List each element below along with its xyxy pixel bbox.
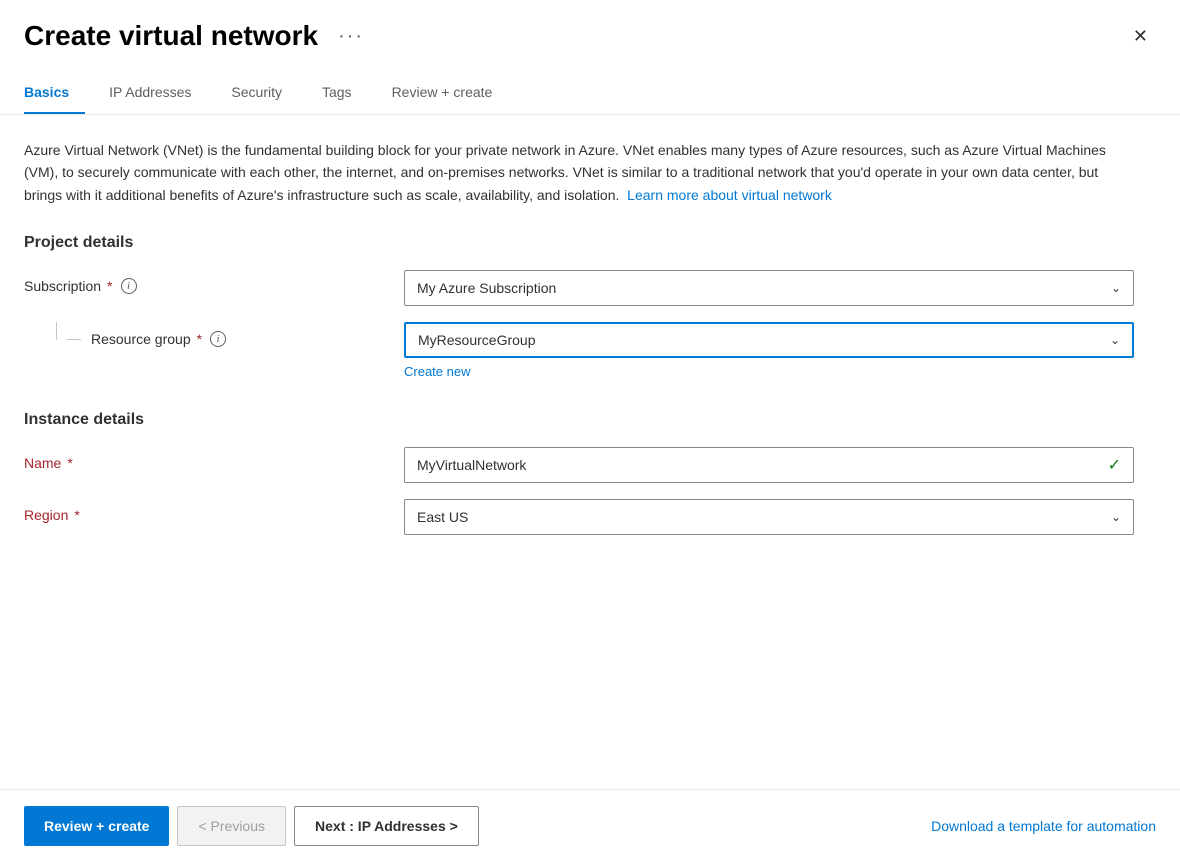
- region-value: East US: [417, 509, 468, 525]
- ellipsis-button[interactable]: ···: [330, 21, 372, 52]
- name-required: *: [67, 455, 72, 471]
- project-details-title: Project details: [24, 234, 1156, 252]
- close-button[interactable]: ✕: [1125, 23, 1156, 49]
- name-label-area: Name *: [24, 447, 404, 471]
- next-button[interactable]: Next : IP Addresses >: [294, 806, 479, 846]
- resource-group-label: Resource group: [91, 331, 191, 347]
- resource-group-row: Resource group * i MyResourceGroup ⌄ Cre…: [24, 322, 1156, 379]
- tab-ip-addresses[interactable]: IP Addresses: [109, 72, 207, 114]
- subscription-label: Subscription: [24, 278, 101, 294]
- name-row: Name * MyVirtualNetwork ✓: [24, 447, 1156, 483]
- name-control: MyVirtualNetwork ✓: [404, 447, 1134, 483]
- instance-details-title: Instance details: [24, 411, 1156, 429]
- resource-group-value: MyResourceGroup: [418, 332, 536, 348]
- region-label-area: Region *: [24, 499, 404, 523]
- region-chevron-icon: ⌄: [1111, 510, 1121, 524]
- review-create-button[interactable]: Review + create: [24, 806, 169, 846]
- tabs-bar: Basics IP Addresses Security Tags Review…: [0, 72, 1180, 115]
- resource-group-control: MyResourceGroup ⌄ Create new: [404, 322, 1134, 379]
- content-area: Azure Virtual Network (VNet) is the fund…: [0, 115, 1180, 789]
- name-label: Name: [24, 455, 61, 471]
- subscription-required: *: [107, 278, 112, 294]
- resource-group-dropdown[interactable]: MyResourceGroup ⌄: [404, 322, 1134, 358]
- footer-bar: Review + create < Previous Next : IP Add…: [0, 789, 1180, 862]
- subscription-chevron-icon: ⌄: [1111, 281, 1121, 295]
- dialog-header: Create virtual network ··· ✕: [0, 0, 1180, 62]
- resource-group-chevron-icon: ⌄: [1110, 333, 1120, 347]
- subscription-row: Subscription * i My Azure Subscription ⌄: [24, 270, 1156, 306]
- resource-group-required: *: [197, 331, 202, 347]
- subscription-control: My Azure Subscription ⌄: [404, 270, 1134, 306]
- create-vnet-dialog: Create virtual network ··· ✕ Basics IP A…: [0, 0, 1180, 862]
- project-details-section: Project details Subscription * i My Azur…: [24, 234, 1156, 379]
- download-template-link[interactable]: Download a template for automation: [931, 818, 1156, 834]
- dialog-title: Create virtual network: [24, 20, 318, 52]
- title-area: Create virtual network ···: [24, 20, 372, 52]
- create-new-link[interactable]: Create new: [404, 364, 1134, 379]
- tab-security[interactable]: Security: [231, 72, 298, 114]
- tab-review-create[interactable]: Review + create: [392, 72, 509, 114]
- tab-basics[interactable]: Basics: [24, 72, 85, 114]
- region-control: East US ⌄: [404, 499, 1134, 535]
- region-row: Region * East US ⌄: [24, 499, 1156, 535]
- region-label: Region: [24, 507, 68, 523]
- region-dropdown[interactable]: East US ⌄: [404, 499, 1134, 535]
- name-input[interactable]: MyVirtualNetwork ✓: [404, 447, 1134, 483]
- subscription-label-area: Subscription * i: [24, 270, 404, 294]
- description-paragraph: Azure Virtual Network (VNet) is the fund…: [24, 139, 1124, 206]
- resource-group-label-area: Resource group * i: [24, 322, 404, 348]
- previous-button[interactable]: < Previous: [177, 806, 286, 846]
- region-required: *: [74, 507, 79, 523]
- learn-more-link[interactable]: Learn more about virtual network: [627, 187, 832, 203]
- name-value: MyVirtualNetwork: [417, 457, 526, 473]
- resource-group-info-icon[interactable]: i: [210, 331, 226, 347]
- subscription-value: My Azure Subscription: [417, 280, 556, 296]
- subscription-info-icon[interactable]: i: [121, 278, 137, 294]
- name-check-icon: ✓: [1108, 455, 1121, 475]
- instance-details-section: Instance details Name * MyVirtualNetwork…: [24, 411, 1156, 535]
- tab-tags[interactable]: Tags: [322, 72, 368, 114]
- subscription-dropdown[interactable]: My Azure Subscription ⌄: [404, 270, 1134, 306]
